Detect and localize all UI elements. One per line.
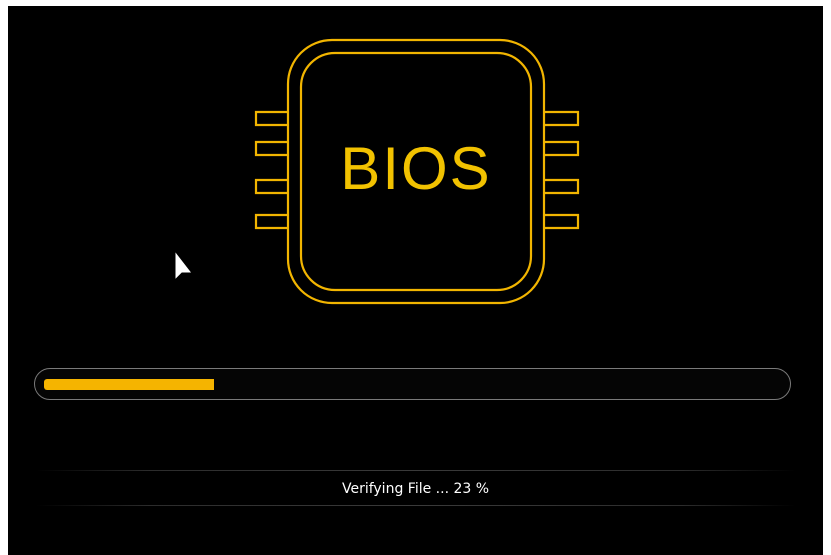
- bios-update-screen: BIOS Verifying File ... 23 %: [8, 6, 823, 555]
- bios-logo-label: BIOS: [340, 135, 492, 202]
- mouse-pointer-icon: [174, 249, 194, 284]
- status-text: Verifying File ... 23 %: [341, 481, 490, 497]
- progress-bar-fill: [44, 379, 214, 390]
- status-divider-top: [36, 470, 796, 471]
- bios-chip-icon: BIOS: [246, 38, 586, 306]
- progress-bar: [34, 368, 791, 400]
- status-divider-bottom: [36, 505, 796, 506]
